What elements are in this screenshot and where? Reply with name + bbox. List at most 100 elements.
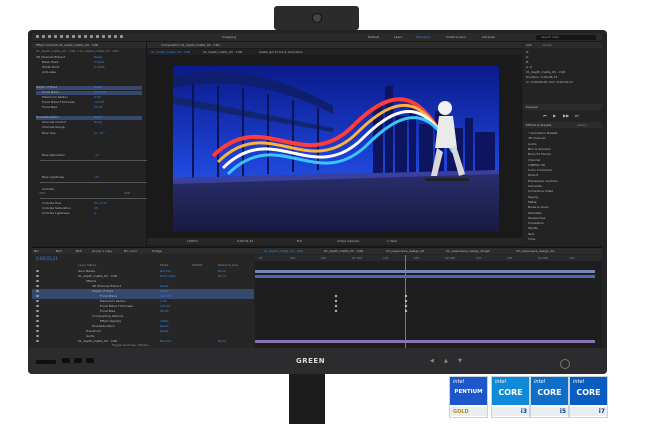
effects-category[interactable]: Expression Controls [528, 179, 558, 183]
camera-select[interactable]: Active Camera [337, 240, 359, 243]
effects-category[interactable]: 3D Channel [528, 137, 546, 140]
type-tool-icon[interactable] [90, 35, 93, 38]
time-ruler[interactable]: 0f 10f 20f 01:00f 10f 20f 02:00f 10f 20f 03:00f 10… [255, 255, 602, 261]
effect-control-value[interactable]: -17 [94, 154, 99, 157]
timeline-top-tab[interactable]: Bin color [124, 249, 137, 253]
workspace-default[interactable]: Default [368, 35, 379, 39]
effects-category[interactable]: Keying [528, 195, 538, 199]
effect-controls-tab[interactable]: Effect Controls 01_depth_matte_04 - C4D [32, 42, 146, 48]
timeline-layer-row[interactable]: Compositing Options [32, 314, 254, 319]
visibility-eye-icon[interactable] [36, 295, 39, 297]
effect-control-value[interactable]: 25 [94, 207, 98, 210]
effects-category[interactable]: Distort [528, 174, 538, 177]
layer-mode[interactable]: Reset [160, 324, 168, 328]
effect-control-value[interactable]: Reset [94, 116, 102, 119]
effects-category[interactable]: Blur & Sharpen [528, 147, 551, 151]
composition-timeline-tab[interactable]: 03_responsive_design_02 [386, 249, 424, 253]
viewer-tab-3[interactable]: skater girl to track animation [259, 50, 303, 54]
visibility-eye-icon[interactable] [36, 315, 39, 317]
effect-control-value[interactable]: 3.00 [94, 96, 101, 99]
effects-category[interactable]: Stylize [528, 227, 538, 230]
layer-mode[interactable]: Normal [160, 269, 171, 273]
effect-control-row[interactable]: Blue Saturation -17 [36, 154, 142, 158]
next-frame-icon[interactable]: ▶▶ [563, 113, 569, 118]
preview-tab[interactable]: Preview [526, 105, 538, 109]
layer-mode[interactable]: 3.00 [160, 299, 167, 303]
eraser-tool-icon[interactable] [108, 35, 111, 38]
effects-category[interactable]: Generate [528, 185, 542, 188]
workspace-standard[interactable]: Standard [416, 35, 430, 39]
timeline-layer-row[interactable]: 01_depth_matte_04 - C4D Normal None [32, 339, 254, 344]
first-frame-icon[interactable]: ⏮ [543, 113, 547, 118]
effects-category[interactable]: Boris FX Mocha [528, 153, 551, 156]
keyframe-icon[interactable] [404, 294, 408, 298]
workspace-libraries[interactable]: Libraries [482, 35, 495, 39]
libraries-tab[interactable]: Librari [577, 123, 587, 127]
timeline-layer-row[interactable]: 3D Channel Extract Reset [32, 284, 254, 289]
composition-timeline-tab[interactable]: 03_responsive_design_02 [516, 249, 554, 253]
keyframe-icon[interactable] [404, 309, 408, 313]
composition-tab[interactable]: Composition 01_depth_matte_04 - C4D [147, 42, 522, 48]
timeline-top-tab[interactable]: Group 1 copy [92, 249, 112, 253]
timeline-layer-row[interactable]: Transform Reset [32, 329, 254, 334]
layer-duration-bar[interactable] [255, 269, 595, 273]
viewer-timecode[interactable]: 0;00;01;21 [237, 240, 253, 243]
effect-control-value[interactable]: 0.0014 [94, 61, 105, 64]
effects-category[interactable]: * Animation Presets [528, 132, 558, 135]
effect-control-row[interactable]: Blue Lightness -17 [36, 176, 142, 180]
timeline-layer-row[interactable]: 01_depth_matte_03 - C4D Hard Light None [32, 274, 254, 279]
views-select[interactable]: 1 View [387, 240, 397, 243]
snapping-checkbox[interactable]: Snapping [222, 35, 236, 39]
zoom-select[interactable]: (100%) [187, 240, 198, 243]
effects-category[interactable]: CINEMA 4D [528, 163, 545, 167]
layer-parent[interactable]: None [218, 339, 226, 343]
visibility-eye-icon[interactable] [36, 330, 39, 332]
effect-control-value[interactable]: 123.87 [94, 101, 105, 104]
effect-control-row[interactable]: Channel Range [36, 126, 142, 130]
visibility-eye-icon[interactable] [36, 325, 39, 327]
timeline-top-tab[interactable]: Bk5 [76, 249, 82, 253]
effect-control-value[interactable]: -17 [94, 176, 99, 179]
timeline-tracks[interactable]: 0f 10f 20f 01:00f 10f 20f 02:00f 10f 20f 03:00f 10… [255, 255, 602, 348]
play-icon[interactable]: ▶ [553, 113, 556, 118]
keyframe-icon[interactable] [404, 304, 408, 308]
visibility-eye-icon[interactable] [36, 300, 39, 302]
effect-control-value[interactable]: Reset [94, 86, 102, 89]
search-help-input[interactable]: Search Help [536, 34, 596, 40]
visibility-eye-icon[interactable] [36, 340, 39, 342]
effects-category[interactable]: Perspective [528, 216, 545, 220]
clone-tool-icon[interactable] [102, 35, 105, 38]
layer-mode[interactable]: Reset [160, 284, 168, 288]
layer-duration-bar[interactable] [255, 339, 595, 343]
visibility-eye-icon[interactable] [36, 270, 39, 272]
composition-timeline-tab[interactable]: 01_responsive_design_target [446, 249, 490, 253]
timeline-layer-row[interactable]: Effect Opacity 100% [32, 319, 254, 324]
layer-mode[interactable]: 100% [160, 319, 169, 323]
visibility-eye-icon[interactable] [36, 280, 39, 282]
effects-presets-tab[interactable]: Effects & Presets [526, 123, 551, 127]
layer-mode[interactable]: Reset [160, 289, 168, 293]
timeline-layer-row[interactable]: Item Masks Normal None [32, 269, 254, 274]
workspace-learn[interactable]: Learn [394, 35, 402, 39]
home-icon[interactable] [36, 35, 39, 38]
layer-parent[interactable]: None [218, 269, 226, 273]
puppet-tool-icon[interactable] [120, 35, 123, 38]
volume-button-icon[interactable]: ▼ [458, 359, 464, 364]
composition-viewer[interactable] [173, 66, 499, 232]
effect-control-value[interactable]: 1213.76 [94, 91, 106, 94]
keyframe-icon[interactable] [334, 294, 338, 298]
timeline-top-tab[interactable]: bridge [152, 249, 162, 253]
roto-tool-icon[interactable] [114, 35, 117, 38]
viewer-tab-1[interactable]: 01_depth_matte_04 - C4D [151, 50, 190, 54]
visibility-eye-icon[interactable] [36, 275, 39, 277]
effects-category[interactable]: Audio [528, 142, 537, 146]
effect-control-row[interactable]: Anti-alias [36, 71, 142, 75]
layer-mode[interactable]: Normal [160, 339, 171, 343]
keyframe-icon[interactable] [334, 309, 338, 313]
effects-category[interactable]: Time [528, 238, 535, 241]
viewer-tab-2[interactable]: 01_depth_matte_03 - C4D [203, 50, 242, 54]
effect-control-value[interactable]: Reset [94, 56, 102, 59]
layer-mode[interactable]: Reset [160, 329, 168, 333]
visibility-eye-icon[interactable] [36, 285, 39, 287]
layer-mode[interactable]: 50.93 [160, 309, 169, 313]
